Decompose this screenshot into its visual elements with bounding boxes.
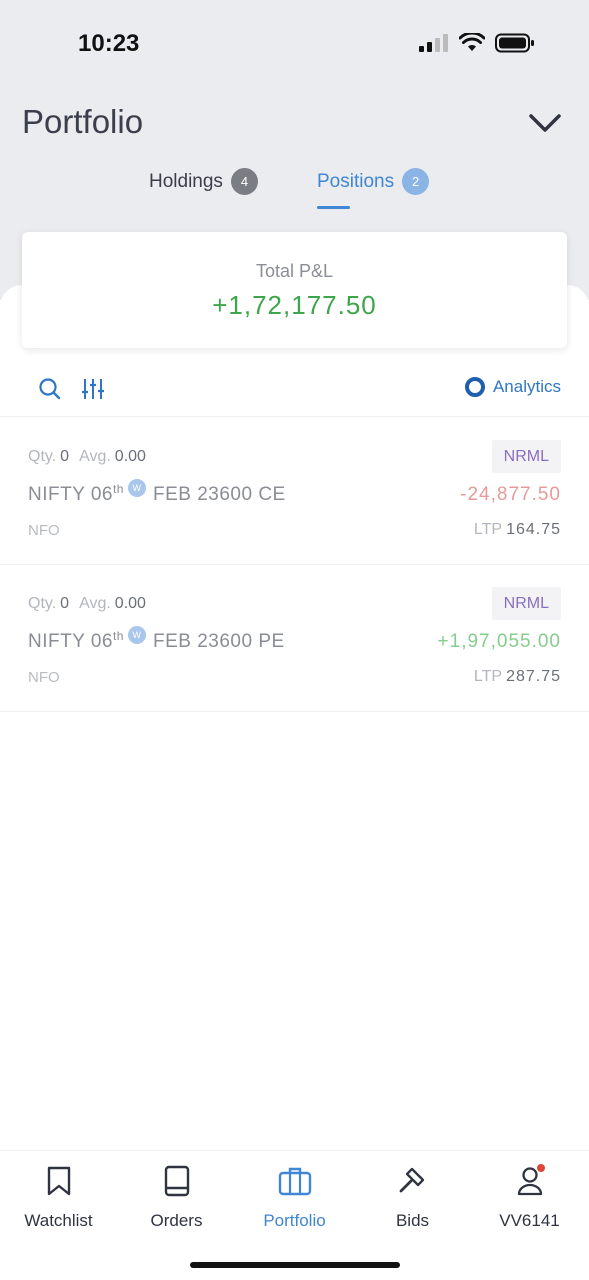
exchange-label: NFO [28,669,60,686]
position-pnl: -24,877.50 [460,484,561,505]
qty-label: Qty. [28,448,57,465]
instrument-name: NIFTY 06th W FEB 23600 CE [28,479,286,506]
status-bar: 10:23 [0,0,589,88]
nav-profile-label: VV6141 [499,1211,560,1230]
position-pnl: +1,97,055.00 [437,631,561,652]
page-title: Portfolio [22,103,144,140]
bookmark-icon [47,1166,70,1196]
weekly-expiry-icon: W [127,479,146,497]
instrument-name: NIFTY 06th W FEB 23600 PE [28,626,285,653]
analytics-icon [464,377,485,397]
wifi-icon [459,33,485,51]
total-pnl-value: +1,72,177.50 [212,290,377,320]
avg-value: 0.00 [114,595,146,612]
home-indicator[interactable] [190,1262,400,1268]
positions-toolbar: Analytics [0,365,589,417]
position-row[interactable]: Qty. 0 Avg. 0.00 NRML NIFTY 06th W FEB 23600 … [0,565,589,712]
nav-bids[interactable]: Bids [354,1163,471,1231]
instrument-contract: FEB 23600 CE [152,484,286,505]
total-pnl-label: Total P&L [255,261,334,281]
instrument-symbol: NIFTY 06 [28,631,113,652]
exchange-label: NFO [28,522,60,539]
chevron-down-icon[interactable] [528,108,562,138]
briefcase-icon [278,1167,311,1196]
active-tab-indicator [317,206,350,209]
nav-orders[interactable]: Orders [118,1163,235,1231]
ltp-line: LTP 164.75 [474,521,561,539]
ltp-label: LTP [473,521,503,538]
product-type-badge: NRML [491,587,561,620]
status-time: 10:23 [78,30,140,57]
analytics-button[interactable]: Analytics [464,377,561,397]
nav-orders-label: Orders [150,1211,203,1230]
ltp-line: LTP 287.75 [474,668,561,686]
nav-portfolio-label: Portfolio [263,1211,326,1230]
qty-label: Qty. [28,595,57,612]
nav-portfolio[interactable]: Portfolio [236,1163,353,1231]
position-row[interactable]: Qty. 0 Avg. 0.00 NRML NIFTY 06th W FEB 23600 … [0,418,589,565]
nav-profile[interactable]: VV6141 [471,1163,588,1231]
ltp-value: 164.75 [506,521,561,538]
holdings-count-badge: 4 [230,168,258,195]
positions-count-badge: 2 [402,168,430,195]
status-icons [419,33,535,53]
bottom-navigation: Watchlist Orders Portfolio Bids VV6141 [0,1150,589,1280]
qty-value: 0 [60,595,70,612]
ltp-value: 287.75 [506,668,561,685]
avg-value: 0.00 [114,448,146,465]
total-pnl-card: Total P&L +1,72,177.50 [22,232,567,348]
battery-icon [495,33,534,53]
filter-sliders-icon[interactable] [81,377,105,401]
portfolio-tabs: Holdings 4 Positions 2 [0,168,589,216]
instrument-contract: FEB 23600 PE [152,631,285,652]
book-icon [164,1165,189,1197]
tab-holdings-label: Holdings [149,170,223,192]
nav-watchlist[interactable]: Watchlist [0,1163,117,1231]
qty-avg-line: Qty. 0 Avg. 0.00 [28,595,156,613]
avg-label: Avg. [79,595,111,612]
nav-bids-label: Bids [395,1211,430,1230]
gavel-icon [399,1167,424,1193]
search-icon[interactable] [38,377,62,401]
cellular-signal-icon [419,34,448,52]
instrument-symbol: NIFTY 06 [28,484,113,505]
qty-avg-line: Qty. 0 Avg. 0.00 [28,448,156,466]
nav-watchlist-label: Watchlist [24,1211,93,1230]
tab-positions-label: Positions [317,170,395,192]
weekly-expiry-icon: W [127,626,146,644]
date-suffix: th [112,482,124,496]
date-suffix: th [112,629,124,643]
tab-holdings[interactable]: Holdings 4 [149,168,258,195]
tab-positions[interactable]: Positions 2 [317,168,430,195]
qty-value: 0 [60,448,70,465]
avg-label: Avg. [79,448,111,465]
product-type-badge: NRML [491,440,561,473]
ltp-label: LTP [473,668,503,685]
notification-dot [536,1163,546,1173]
analytics-label: Analytics [492,377,561,396]
